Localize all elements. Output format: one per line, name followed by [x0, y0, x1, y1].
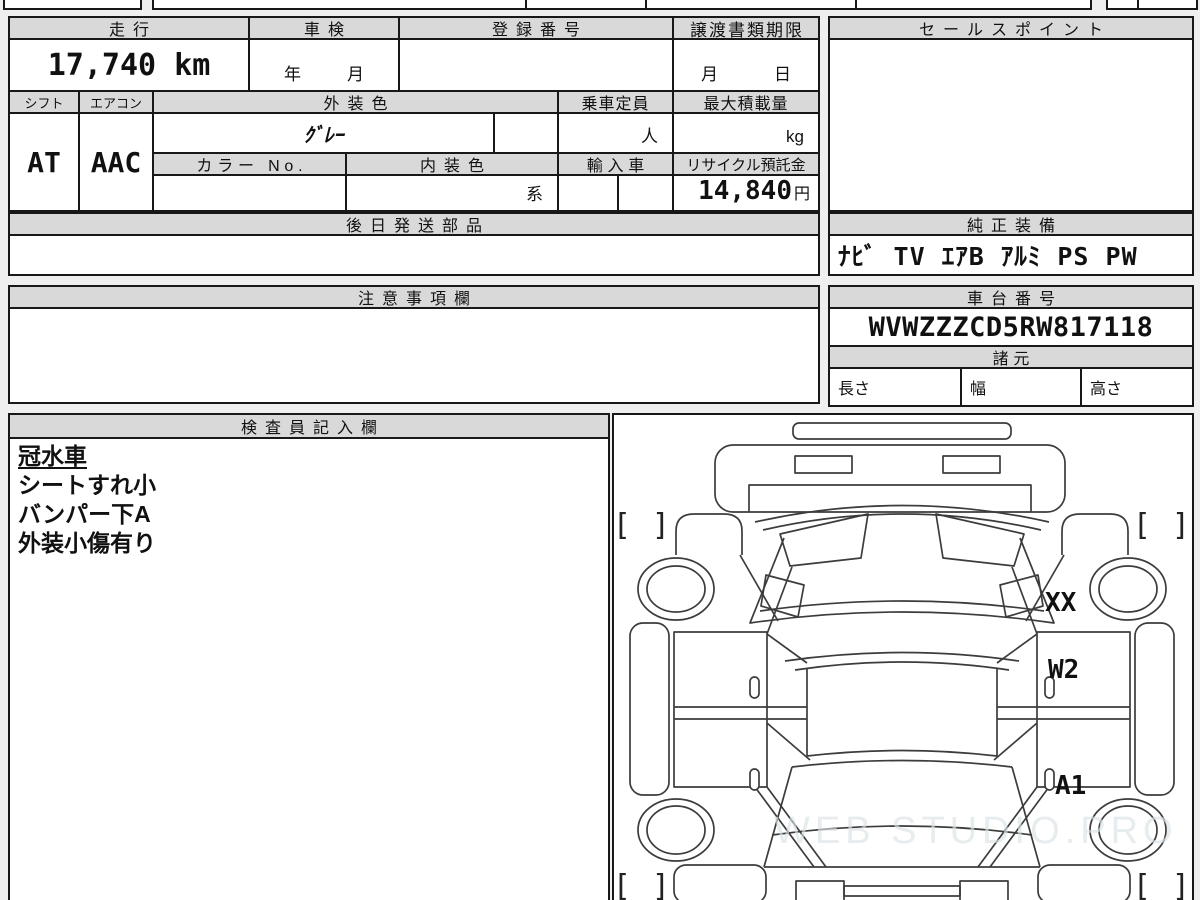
specs-header: 諸元 [828, 345, 1194, 369]
chassis-number-value: WVWZZZCD5RW817118 [828, 307, 1194, 347]
inspector-header: 検査員記入欄 [8, 413, 610, 439]
caution-notes-header: 注意事項欄 [8, 285, 820, 309]
bracket-icon: ] [1174, 508, 1186, 543]
interior-color-header: 内装色 [345, 152, 559, 176]
exterior-color-value: ｸﾞﾚｰ [152, 112, 495, 154]
transfer-deadline-header: 譲渡書類期限 [672, 16, 820, 40]
deadline-day-unit: 日 [774, 65, 791, 84]
inspector-note-line: バンパー下A [18, 501, 151, 527]
bracket-icon: [ [1137, 869, 1149, 900]
door-handle-marks [749, 676, 1055, 791]
recycle-deposit-value: 14,840 円 [672, 174, 820, 212]
aircon-value: AAC [78, 112, 154, 212]
bracket-icon: ] [654, 508, 666, 543]
import-car-value-b [617, 174, 674, 212]
inspector-note-line: 外装小傷有り [18, 530, 156, 556]
damage-label-a1: A1 [1055, 771, 1086, 801]
car-diagram-box: WEB STUDIO.PRO [ ] [ ] [ ] [ ] XX W2 A1 [612, 413, 1194, 900]
registration-header: 登録番号 [398, 16, 674, 40]
top-cutoff-cell [855, 0, 1092, 10]
left-doors [673, 631, 807, 788]
bracket-icon: [ [1137, 508, 1149, 543]
inspection-value: 年 月 [248, 38, 400, 92]
later-parts-header: 後日発送部品 [8, 212, 820, 236]
inspector-note-line: 冠水車 [18, 443, 87, 469]
watermark-text: WEB STUDIO.PRO [774, 810, 1178, 852]
max-load-value: kg [672, 112, 820, 154]
bracket-icon: [ [617, 508, 629, 543]
top-cutoff-cell [1137, 0, 1198, 10]
shift-header: シフト [8, 90, 80, 114]
equipment-header: 純正装備 [828, 212, 1194, 236]
inspector-notes: 冠水車 シートすれ小 バンパー下A 外装小傷有り [8, 437, 610, 900]
damage-label-xx: XX [1045, 588, 1077, 618]
car-damage-diagram: WEB STUDIO.PRO [ ] [ ] [ ] [ ] XX W2 A1 [617, 422, 1186, 900]
inspector-note-line: シートすれ小 [18, 472, 156, 498]
exterior-color-header: 外装色 [152, 90, 559, 114]
top-cutoff-cell [3, 0, 142, 10]
later-parts-value [8, 234, 820, 276]
spec-width-cell: 幅 [960, 367, 1082, 407]
top-cutoff-cell [152, 0, 527, 10]
mileage-value: 17,740 km [8, 38, 250, 92]
bracket-icon: ] [654, 869, 666, 900]
inspection-month-unit: 月 [347, 65, 364, 84]
recycle-deposit-header: リサイクル預託金 [672, 152, 820, 176]
equipment-value: ﾅﾋﾞ TV ｴｱB ｱﾙﾐ PS PW [828, 234, 1194, 276]
interior-color-value: 系 [345, 174, 559, 212]
inspection-year-unit: 年 [284, 65, 301, 84]
sales-point-value [828, 38, 1194, 212]
top-cutoff-cell [645, 0, 857, 10]
top-cutoff-cell [1106, 0, 1139, 10]
damage-label-w2: W2 [1048, 655, 1079, 685]
capacity-value: 人 [557, 112, 674, 154]
spec-height-cell: 高さ [1080, 367, 1194, 407]
import-car-value-a [557, 174, 619, 212]
aircon-header: エアコン [78, 90, 154, 114]
sales-point-header: セールスポイント [828, 16, 1194, 40]
chassis-number-header: 車台番号 [828, 285, 1194, 309]
deadline-month-unit: 月 [701, 65, 718, 84]
mileage-header: 走行 [8, 16, 250, 40]
bracket-icon: ] [1174, 869, 1186, 900]
import-car-header: 輸入車 [557, 152, 674, 176]
top-cutoff-cell [525, 0, 647, 10]
max-load-header: 最大積載量 [672, 90, 820, 114]
auction-sheet: 走行 車検 登録番号 譲渡書類期限 17,740 km 年 月 月 日 シフト … [0, 0, 1200, 900]
bracket-icon: [ [617, 869, 629, 900]
capacity-header: 乗車定員 [557, 90, 674, 114]
shift-value: AT [8, 112, 80, 212]
exterior-color-subcell [493, 112, 559, 154]
spec-length-cell: 長さ [828, 367, 962, 407]
color-no-header: カラー No. [152, 152, 347, 176]
registration-value [398, 38, 674, 92]
transfer-deadline-value: 月 日 [672, 38, 820, 92]
inspection-header: 車検 [248, 16, 400, 40]
caution-notes-value [8, 307, 820, 404]
color-no-value [152, 174, 347, 212]
